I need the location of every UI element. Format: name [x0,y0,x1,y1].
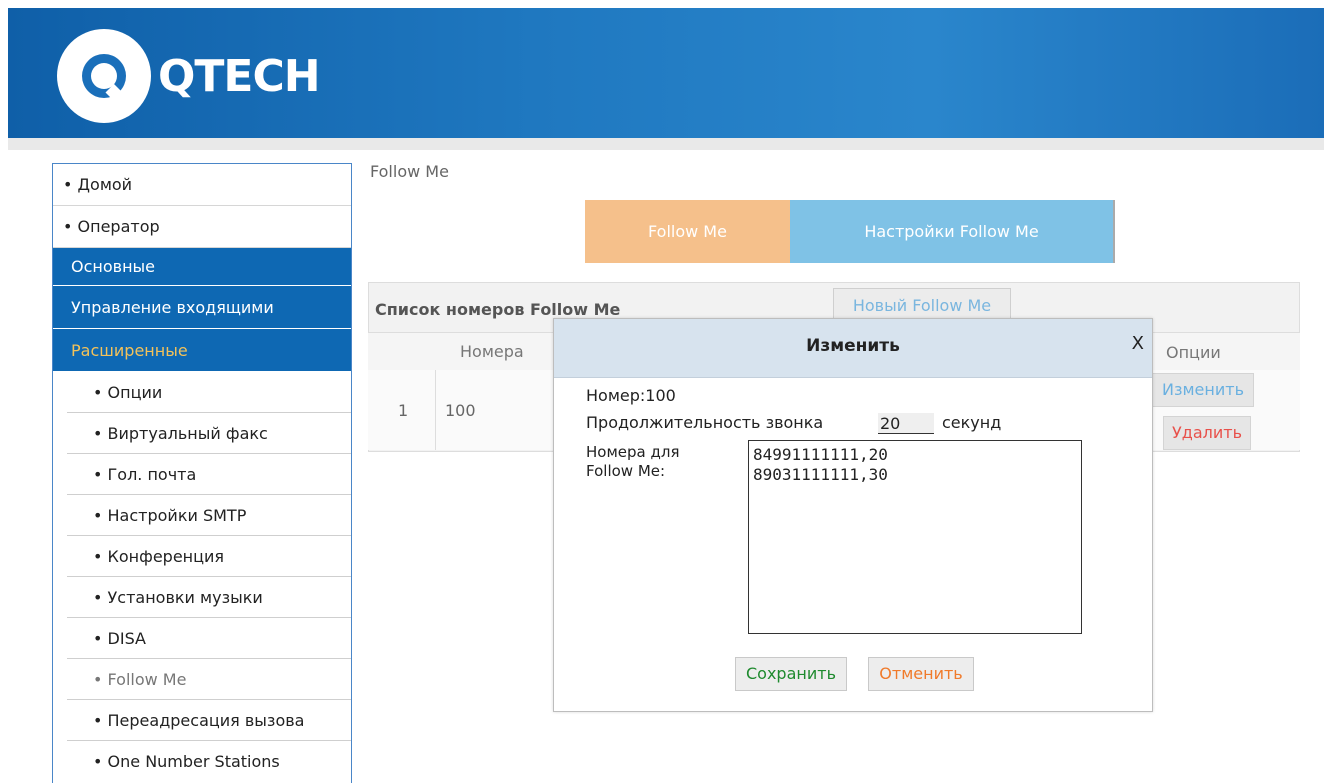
qtech-logo: QTECH [56,26,321,126]
header-bar: QTECH [8,8,1324,138]
sidebar-item-operator[interactable]: • Оператор [53,206,351,248]
header-subbar [8,138,1324,150]
delete-button[interactable]: Удалить [1163,416,1251,450]
logo-text: QTECH [158,50,321,102]
duration-input[interactable] [878,413,934,434]
numbers-label-line-2: Follow Me: [586,462,666,480]
sidebar-item-music[interactable]: • Установки музыки [67,577,351,618]
sidebar-item-conference[interactable]: • Конференция [67,536,351,577]
tab-follow-me-settings[interactable]: Настройки Follow Me [790,200,1115,263]
number-line: Номер:100 [586,386,676,405]
sidebar-item-smtp[interactable]: • Настройки SMTP [67,495,351,536]
logo-mark-icon [56,28,152,124]
sidebar-item-call-forward[interactable]: • Переадресация вызова [67,700,351,741]
tab-follow-me[interactable]: Follow Me [585,200,790,263]
sidebar-section-basic[interactable]: Основные [53,248,351,286]
sidebar-item-options[interactable]: • Опции [67,372,351,413]
edit-dialog: Изменить X Номер:100 Продолжительность з… [553,318,1153,712]
sidebar-item-follow-me[interactable]: • Follow Me [67,659,351,700]
list-title: Список номеров Follow Me [375,300,621,319]
column-header-numbers: Номера [460,342,524,361]
column-header-options: Опции [1166,343,1221,362]
dialog-header: Изменить X [554,319,1152,378]
cell-divider [435,370,436,450]
sidebar-item-disa[interactable]: • DISA [67,618,351,659]
duration-label: Продолжительность звонка [586,413,824,432]
sidebar-item-home[interactable]: • Домой [53,164,351,206]
sidebar-item-one-number[interactable]: • One Number Stations [67,741,351,782]
dialog-title: Изменить [806,336,900,356]
numbers-label-line-1: Номера для [586,443,680,461]
sidebar-section-incoming[interactable]: Управление входящими [53,286,351,329]
close-icon[interactable]: X [1132,333,1144,354]
cancel-button[interactable]: Отменить [868,657,974,691]
sidebar-item-voicemail[interactable]: • Гол. почта [67,454,351,495]
save-button[interactable]: Сохранить [735,657,847,691]
breadcrumb: Follow Me [370,162,449,181]
duration-unit: секунд [942,413,1002,432]
sidebar-item-virtual-fax[interactable]: • Виртуальный факс [67,413,351,454]
edit-button[interactable]: Изменить [1152,373,1254,407]
follow-me-numbers-textarea[interactable]: 84991111111,20 89031111111,30 [748,440,1082,634]
row-number: 100 [445,401,476,420]
sidebar-section-advanced[interactable]: Расширенные [53,329,351,372]
row-index: 1 [398,401,409,420]
sidebar: • Домой • Оператор Основные Управление в… [52,163,352,783]
